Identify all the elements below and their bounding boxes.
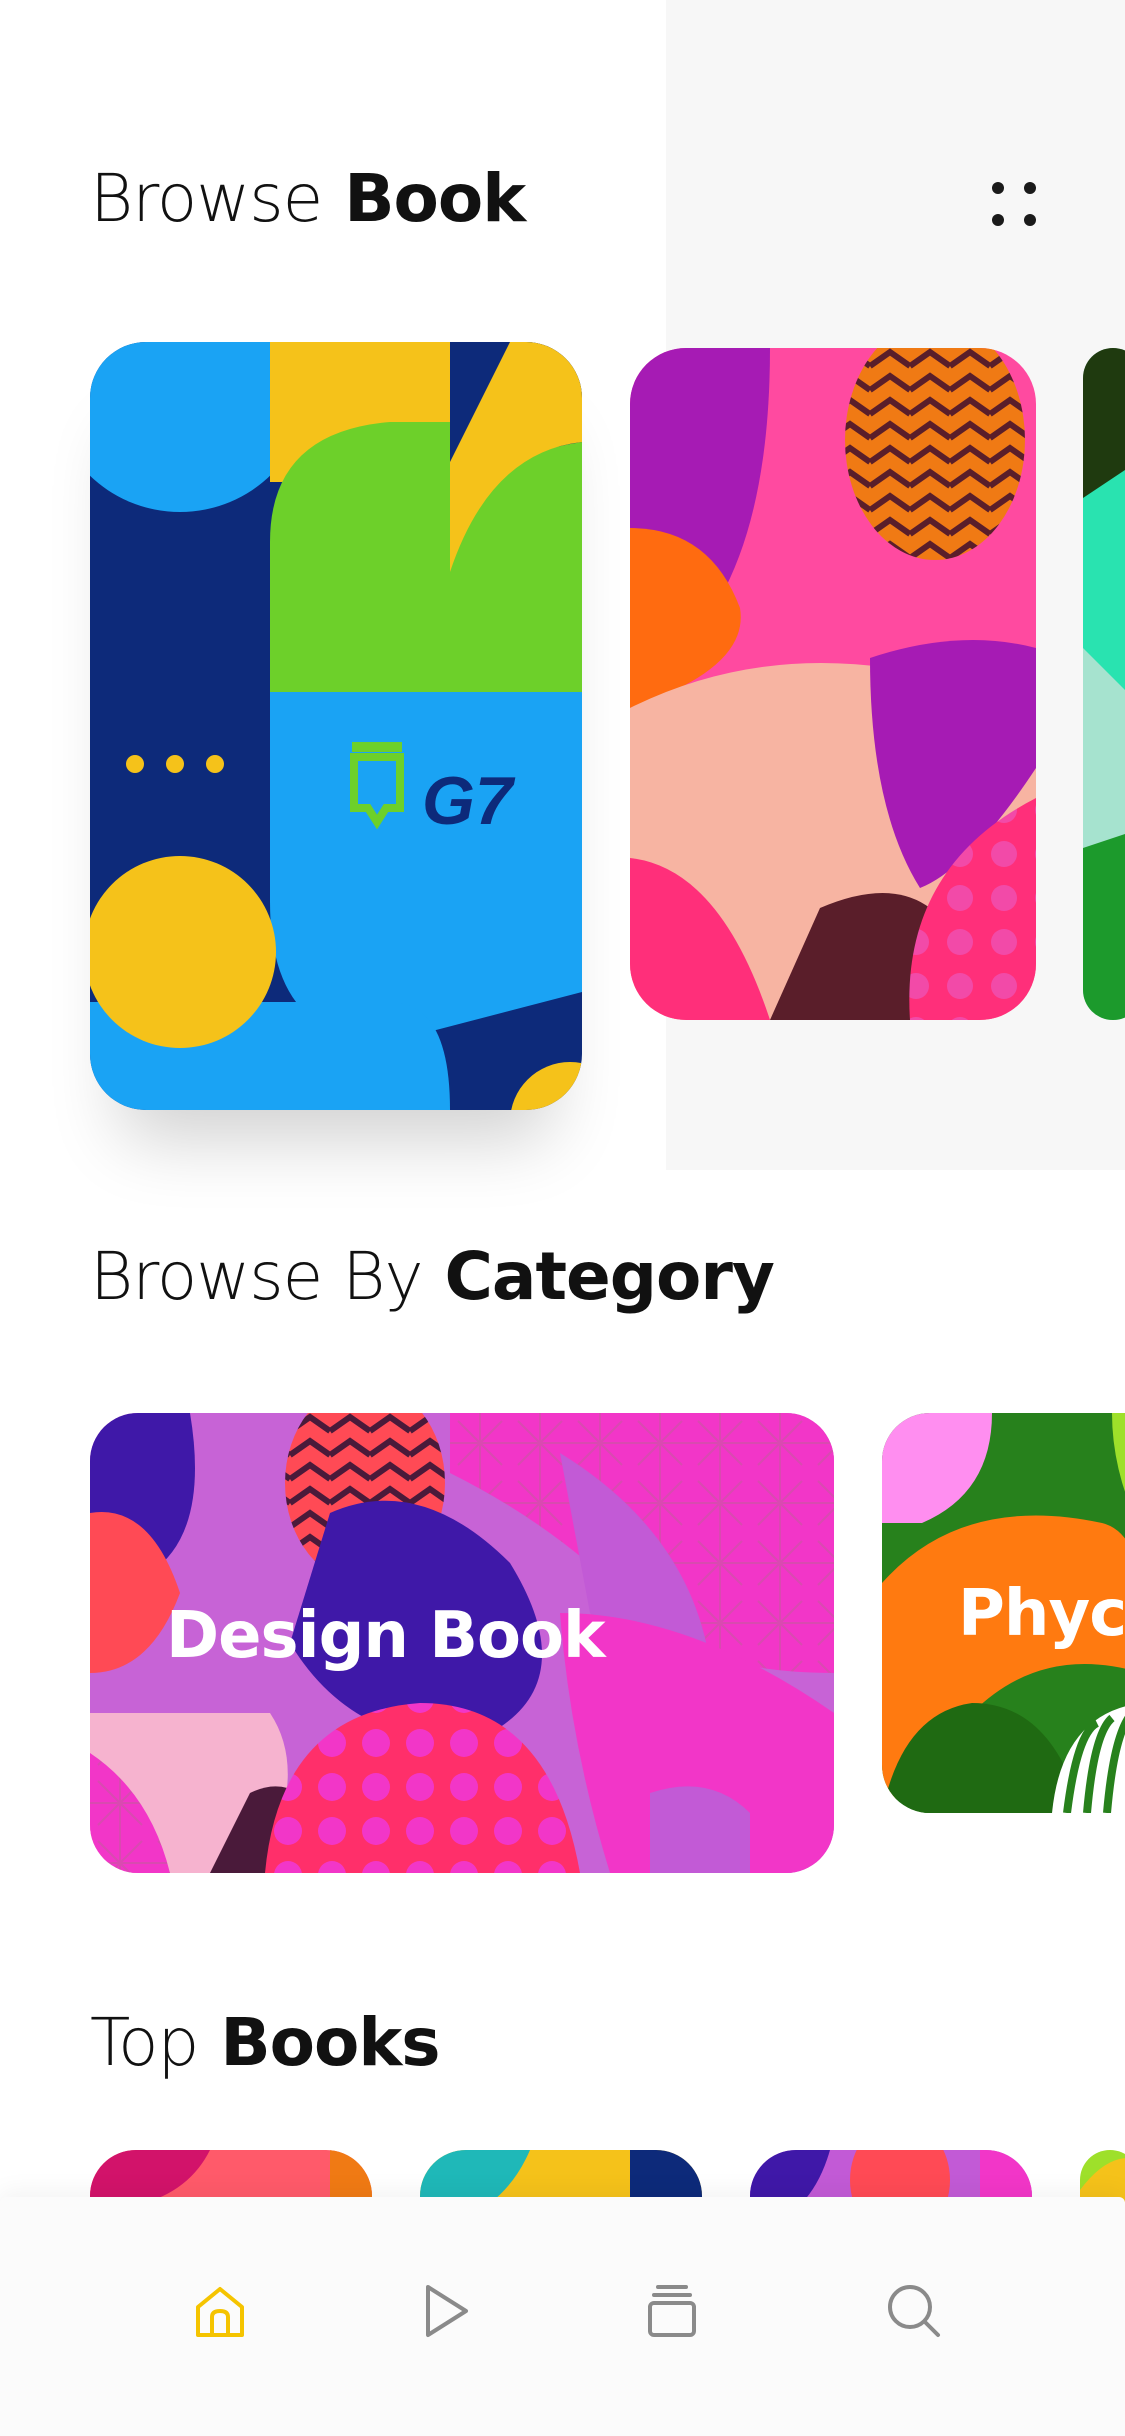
book-logo-text: G7 xyxy=(422,763,513,839)
dot xyxy=(992,214,1004,226)
title-light: Browse By xyxy=(90,1238,424,1315)
title-bold: Books xyxy=(220,2004,440,2081)
search-icon xyxy=(888,2285,940,2337)
top-books-title: Top Books xyxy=(90,2010,441,2076)
category-card-phyc[interactable]: Phyc xyxy=(882,1413,1125,1813)
title-bold: Category xyxy=(444,1238,775,1315)
featured-book-card[interactable] xyxy=(1083,348,1125,1020)
book-cover-art xyxy=(90,342,582,1110)
category-label: Design Book xyxy=(166,1599,605,1673)
book-cover-art xyxy=(630,348,1036,1020)
library-icon xyxy=(648,2285,696,2337)
play-icon xyxy=(426,2285,468,2337)
book-cover-art xyxy=(1083,348,1125,1020)
bottom-tab-bar xyxy=(0,2197,1125,2436)
dot xyxy=(1024,182,1036,194)
browse-book-title: Browse Book xyxy=(90,166,526,232)
title-light: Top xyxy=(90,2004,199,2081)
tab-home[interactable] xyxy=(180,2271,260,2351)
category-card-design-book[interactable]: Design Book xyxy=(90,1413,834,1873)
grid-dots-icon[interactable] xyxy=(984,174,1048,238)
dot xyxy=(992,182,1004,194)
category-label: Phyc xyxy=(958,1577,1125,1651)
featured-book-card[interactable]: G7 xyxy=(90,342,582,1110)
home-icon xyxy=(196,2287,244,2337)
featured-book-card[interactable] xyxy=(630,348,1036,1020)
tab-play[interactable] xyxy=(404,2271,484,2351)
dot xyxy=(1024,214,1036,226)
title-bold: Book xyxy=(344,160,526,237)
tab-library[interactable] xyxy=(632,2271,712,2351)
tab-search[interactable] xyxy=(874,2271,954,2351)
title-light: Browse xyxy=(90,160,323,237)
browse-by-category-title: Browse By Category xyxy=(90,1244,775,1310)
